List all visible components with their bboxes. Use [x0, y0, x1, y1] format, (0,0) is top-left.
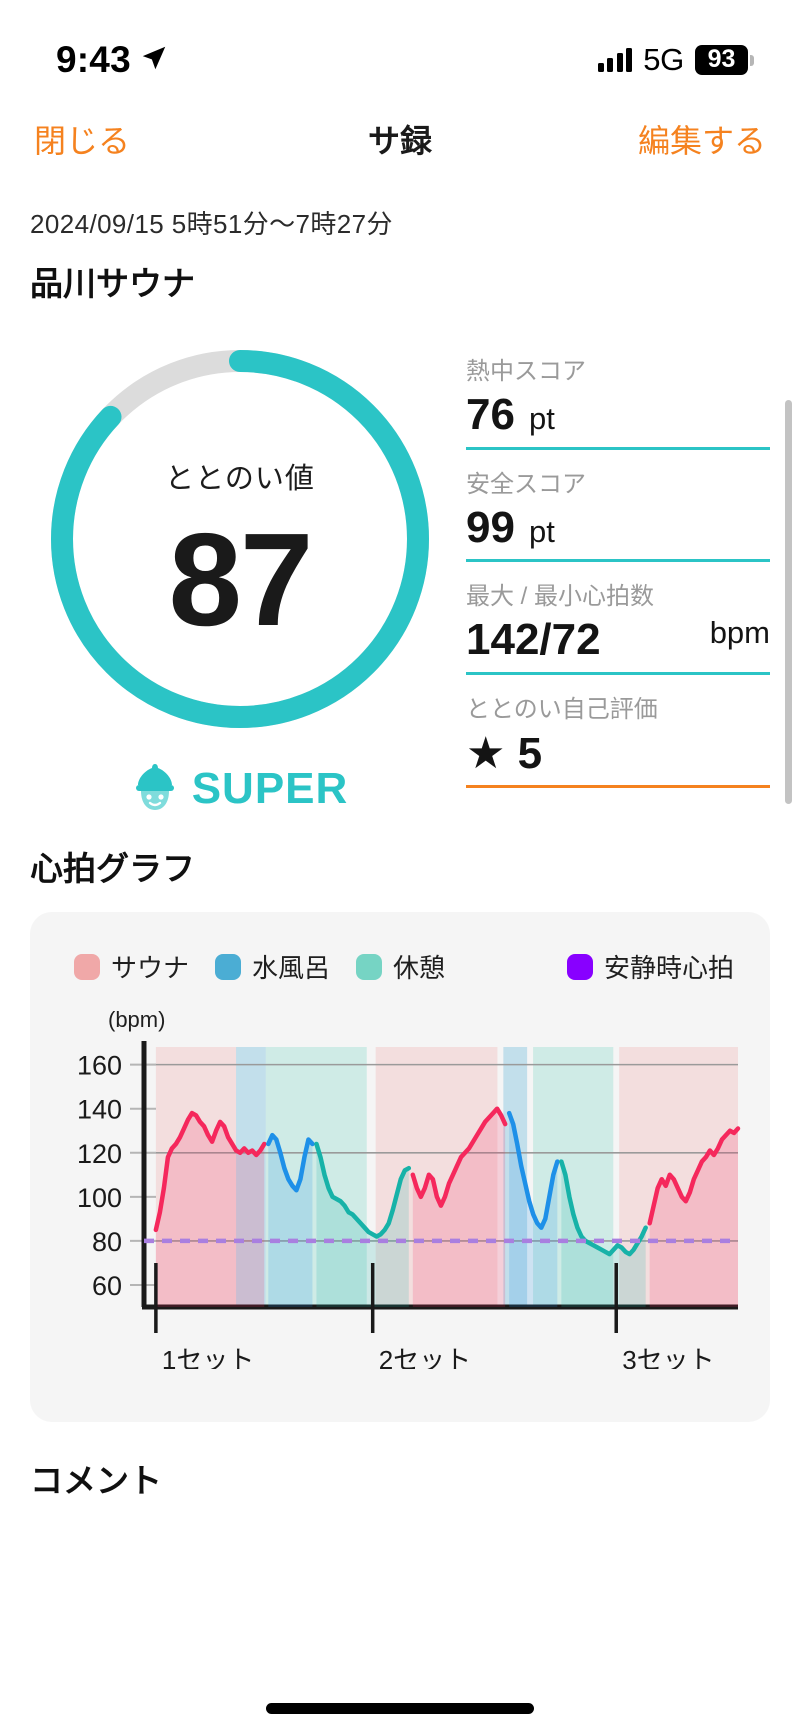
stat-unit: bpm	[709, 615, 770, 651]
stat-self-rating: ととのい自己評価 ★ 5	[466, 689, 770, 788]
legend-item-rest: 休憩	[356, 948, 445, 985]
stat-heat-score: 熱中スコア 76 pt	[466, 351, 770, 450]
score-ring-column: ととのい値 87 SUPER	[30, 339, 450, 816]
totonoi-score-ring: ととのい値 87	[40, 339, 440, 739]
legend-swatch	[74, 953, 100, 980]
legend-swatch	[566, 953, 593, 980]
ring-label: ととのい値	[165, 463, 315, 495]
location-arrow-icon	[139, 43, 169, 78]
chart-xtick-label: 3セット	[622, 1345, 714, 1369]
ring-value: 87	[168, 506, 314, 653]
home-indicator	[266, 1703, 534, 1714]
status-bar-right: 5G 93	[597, 42, 754, 78]
heart-rate-chart-card: サウナ 水風呂 休憩 安静時心拍 (bpm) 160 140 120 100 80 60 1…	[30, 912, 770, 1422]
edit-button[interactable]: 編集する	[634, 110, 770, 168]
battery-level-label: 93	[695, 45, 748, 75]
ring-center-text: ととのい値 87	[40, 455, 440, 650]
vertical-scrollbar[interactable]	[785, 400, 792, 804]
battery-indicator: 93	[695, 45, 754, 75]
legend-item-sauna: サウナ	[74, 948, 189, 985]
network-type-label: 5G	[643, 42, 684, 77]
svg-text:160: 160	[77, 1051, 122, 1081]
chart-xtick-label: 1セット	[162, 1345, 254, 1369]
legend-label: 休憩	[393, 953, 446, 983]
legend-item-cold-bath: 水風呂	[215, 948, 330, 985]
stat-value: 76	[466, 390, 515, 439]
svg-text:120: 120	[77, 1139, 122, 1169]
stats-column: 熱中スコア 76 pt 安全スコア 99 pt 最大 / 最小心拍数 142/7…	[450, 339, 770, 816]
status-bar-left: 9:43	[56, 39, 169, 81]
chart-legend: サウナ 水風呂 休憩 安静時心拍	[56, 942, 744, 985]
stat-label: 最大 / 最小心拍数	[466, 583, 655, 611]
status-bar: 9:43 5G 93	[0, 0, 800, 96]
cellular-signal-icon	[597, 48, 633, 72]
legend-label: 水風呂	[252, 953, 331, 983]
legend-label: サウナ	[111, 953, 190, 983]
rank-badge-label: SUPER	[191, 763, 349, 813]
chart-unit-label: (bpm)	[108, 1007, 166, 1032]
rank-badge: SUPER	[30, 761, 450, 816]
stat-underline	[466, 559, 770, 563]
stat-value: 99	[466, 502, 515, 552]
stat-label: 熱中スコア	[466, 358, 586, 385]
svg-text:140: 140	[77, 1095, 122, 1125]
svg-text:80: 80	[92, 1227, 122, 1257]
legend-item-resting-hr: 安静時心拍	[566, 948, 734, 985]
stat-value: 142/72	[466, 615, 601, 665]
comment-section-title: コメント	[30, 1462, 162, 1499]
battery-tip	[750, 54, 754, 66]
stat-label: 安全スコア	[466, 470, 586, 498]
legend-swatch	[215, 953, 242, 980]
stat-label: ととのい自己評価	[466, 695, 658, 723]
chart-xtick-label: 2セット	[379, 1345, 471, 1369]
stat-underline	[466, 446, 770, 450]
svg-text:100: 100	[77, 1183, 122, 1213]
close-button[interactable]: 閉じる	[30, 110, 134, 168]
heart-rate-chart-title: 心拍グラフ	[30, 850, 195, 887]
sauna-hat-character-icon	[132, 761, 178, 816]
svg-text:60: 60	[92, 1271, 122, 1301]
legend-swatch	[356, 953, 383, 980]
stat-unit: pt	[528, 513, 555, 549]
stat-value: ★ 5	[466, 728, 543, 778]
chart-plot-area: 160 140 120 100 80 60 1セット 2セット 3セット	[56, 1039, 744, 1369]
main-content: 2024/09/15 5時51分〜7時27分 品川サウナ ととのい値 87 SU…	[0, 204, 800, 1502]
venue-name: 品川サウナ	[30, 265, 195, 302]
stat-max-min-heart-rate: 最大 / 最小心拍数 142/72 bpm	[466, 576, 770, 675]
summary-row: ととのい値 87 SUPER 熱中スコア 76 pt 安全スコア 99 pt 最…	[30, 339, 770, 816]
stat-safety-score: 安全スコア 99 pt	[466, 464, 770, 563]
nav-bar: 閉じる サ録 編集する	[0, 96, 800, 182]
stat-underline	[466, 671, 770, 675]
status-time: 9:43	[56, 39, 131, 80]
session-datetime: 2024/09/15 5時51分〜7時27分	[30, 209, 393, 239]
stat-underline	[466, 784, 770, 788]
legend-label: 安静時心拍	[603, 953, 734, 983]
stat-unit: pt	[528, 401, 555, 436]
